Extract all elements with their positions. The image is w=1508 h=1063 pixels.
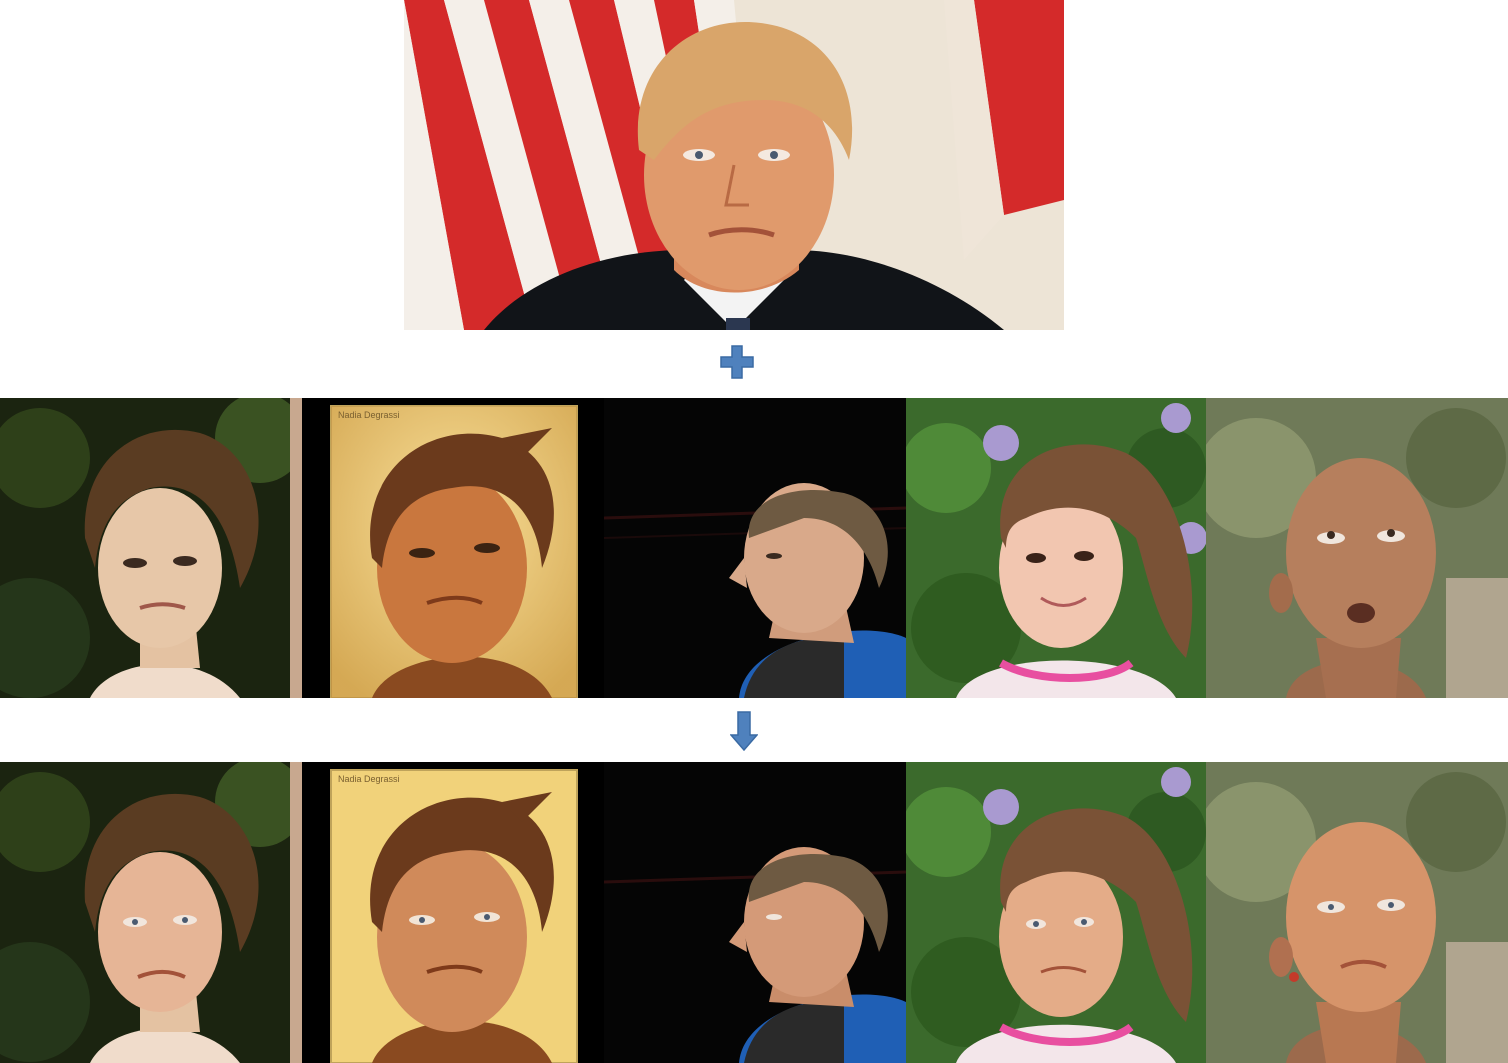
result-photo-woman [0, 762, 302, 1063]
result-photo-bald-man [1206, 762, 1508, 1063]
source-face-photo [404, 0, 1064, 330]
down-arrow-icon [730, 711, 758, 751]
plus-icon [720, 345, 754, 379]
target-photo-woman [0, 398, 302, 698]
result-photo-young-man: Nadia Degrassi [302, 762, 604, 1063]
target-photo-young-man: Nadia Degrassi [302, 398, 604, 698]
target-photo-man-profile [604, 398, 906, 698]
target-photo-bald-man [1206, 398, 1508, 698]
watermark-name-bottom: Nadia Degrassi [338, 774, 400, 784]
watermark-name-top: Nadia Degrassi [338, 410, 400, 420]
result-photo-girl [906, 762, 1208, 1063]
result-photo-man-profile [604, 762, 906, 1063]
target-photo-girl [906, 398, 1208, 698]
